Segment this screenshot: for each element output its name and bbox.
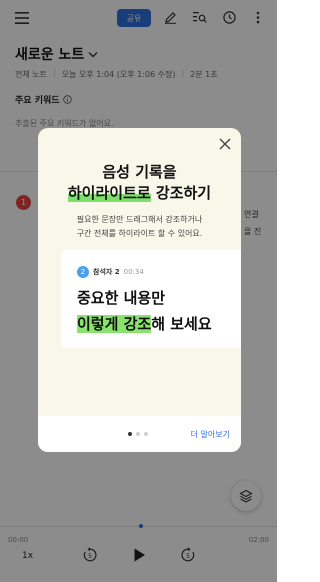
modal-title-rest: 강조하기: [150, 184, 212, 202]
page-dot[interactable]: [128, 432, 132, 436]
page-dot[interactable]: [144, 432, 148, 436]
speaker-name: 참석자 2: [93, 268, 120, 276]
example-card-header: 2 참석자 2 00:34: [77, 266, 144, 278]
speaker-badge: 2: [77, 266, 89, 278]
modal-desc-line2: 구간 전체를 하이라이트 할 수 있어요.: [76, 229, 203, 238]
close-icon: [219, 138, 231, 150]
learn-more-link[interactable]: 더 알아보기: [191, 429, 230, 440]
highlight-tutorial-modal: 음성 기록을 하이라이트로 강조하기 필요한 문장만 드래그해서 강조하거나 구…: [38, 128, 241, 452]
modal-footer: 더 알아보기: [38, 416, 241, 452]
close-button[interactable]: [217, 136, 233, 152]
example-line-1: 중요한 내용만: [77, 289, 166, 307]
example-line-2-rest: 해 보세요: [151, 315, 212, 333]
modal-title-line2: 하이라이트로 강조하기: [38, 183, 241, 204]
example-line-2: 이렇게 강조해 보세요: [77, 313, 212, 334]
example-transcript-card: 2 참석자 2 00:34 중요한 내용만 이렇게 강조해 보세요: [61, 250, 241, 348]
modal-title-highlight: 하이라이트로: [67, 184, 151, 202]
page-dot[interactable]: [136, 432, 140, 436]
modal-desc-line1: 필요한 문장만 드래그해서 강조하거나: [76, 215, 203, 224]
speaker-timestamp: 00:34: [123, 268, 144, 276]
page-indicator: [128, 432, 148, 436]
modal-title: 음성 기록을 하이라이트로 강조하기: [38, 162, 241, 204]
example-highlighted-text: 이렇게 강조: [77, 315, 152, 333]
modal-title-line1: 음성 기록을: [102, 163, 177, 181]
modal-description: 필요한 문장만 드래그해서 강조하거나 구간 전체를 하이라이트 할 수 있어요…: [48, 213, 231, 241]
